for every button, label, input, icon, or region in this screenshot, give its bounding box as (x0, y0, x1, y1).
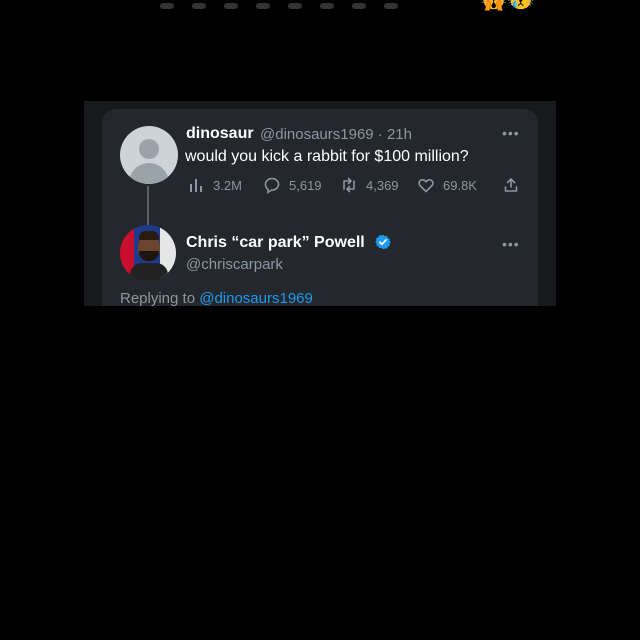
reply-icon (264, 177, 280, 194)
avatar-body-shape (129, 163, 169, 184)
retweet-icon (343, 177, 355, 193)
tweet-author-name[interactable]: dinosaur (186, 125, 254, 143)
reply-count: 5,619 (289, 177, 322, 193)
share-icon (504, 178, 518, 192)
chris-avatar[interactable] (120, 225, 176, 281)
tweet-actions: 3.2M 5,619 4,369 69.8K (185, 176, 525, 196)
verified-badge-icon (375, 234, 391, 250)
top-emoji: 🙀😿 (480, 0, 535, 10)
avatar-hair (139, 231, 159, 240)
replying-handle-link[interactable]: @dinosaurs1969 (199, 290, 313, 307)
reply-action[interactable]: 5,619 (263, 176, 322, 194)
thread-line (147, 186, 149, 226)
avatar-jacket (130, 263, 168, 281)
reply-author-name[interactable]: Chris “car park” Powell (186, 234, 365, 252)
share-action[interactable] (502, 176, 520, 194)
like-count: 69.8K (443, 177, 477, 193)
retweet-count: 4,369 (366, 177, 399, 193)
tweet-text: would you kick a rabbit for $100 million… (185, 148, 469, 165)
tweet-more-icon[interactable]: ••• (502, 125, 520, 141)
retweet-action[interactable]: 4,369 (340, 176, 399, 194)
reply-handle[interactable]: @chriscarpark (186, 256, 283, 273)
avatar-beard (139, 251, 159, 261)
views-action[interactable]: 3.2M (187, 176, 242, 194)
tweet-handle-time[interactable]: @dinosaurs1969 · 21h (260, 126, 412, 143)
replying-prefix: Replying to (120, 290, 200, 307)
heart-icon (418, 178, 434, 193)
views-icon (190, 179, 202, 192)
avatar-head-shape (139, 139, 159, 159)
replying-to: Replying to @dinosaurs1969 (120, 290, 313, 307)
cropped-text-strip (160, 0, 480, 9)
like-action[interactable]: 69.8K (417, 176, 477, 194)
views-count: 3.2M (213, 177, 242, 193)
reply-more-icon[interactable]: ••• (502, 236, 520, 252)
default-avatar[interactable] (120, 126, 178, 184)
